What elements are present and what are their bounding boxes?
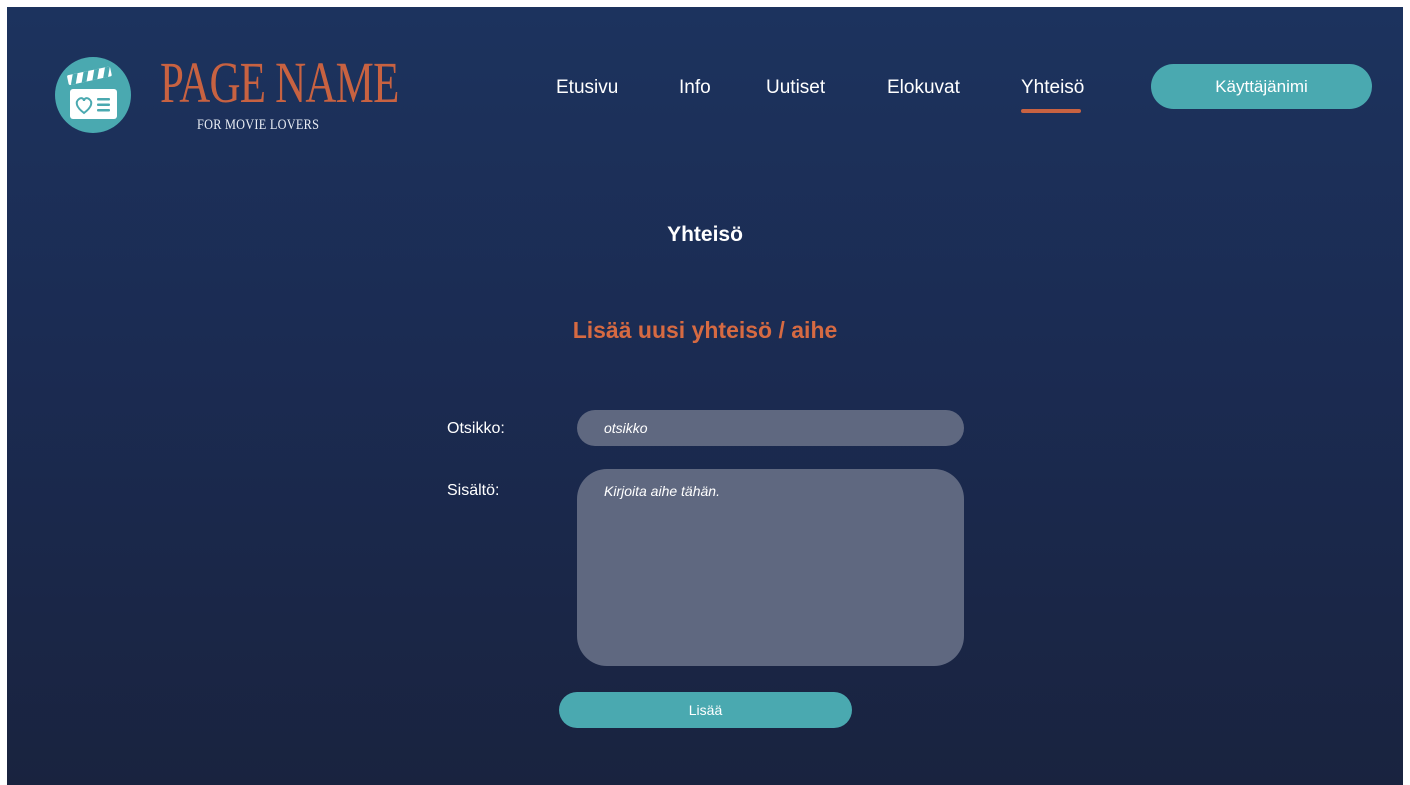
nav-item-etusivu[interactable]: Etusivu	[556, 76, 618, 100]
nav-item-elokuvat[interactable]: Elokuvat	[887, 76, 960, 100]
title-field-label: Otsikko:	[447, 420, 505, 437]
nav-item-uutiset[interactable]: Uutiset	[766, 76, 825, 100]
user-account-button[interactable]: Käyttäjänimi	[1151, 64, 1372, 109]
brand-name[interactable]: PAGE NAME	[160, 51, 399, 115]
page-title: Yhteisö	[667, 223, 743, 246]
clapperboard-heart-icon[interactable]	[55, 57, 131, 133]
title-input[interactable]	[577, 410, 964, 446]
nav-item-info[interactable]: Info	[679, 76, 711, 100]
active-nav-indicator	[1021, 109, 1081, 113]
add-topic-button[interactable]: Lisää	[559, 692, 852, 728]
section-title: Lisää uusi yhteisö / aihe	[572, 317, 838, 343]
content-field-label: Sisältö:	[447, 482, 500, 499]
brand-tagline: FOR MOVIE LOVERS	[197, 117, 320, 133]
nav-item-yhteiso[interactable]: Yhteisö	[1021, 76, 1084, 100]
content-textarea[interactable]	[577, 469, 964, 666]
page-frame: PAGE NAME FOR MOVIE LOVERS Etusivu Info …	[7, 7, 1403, 785]
